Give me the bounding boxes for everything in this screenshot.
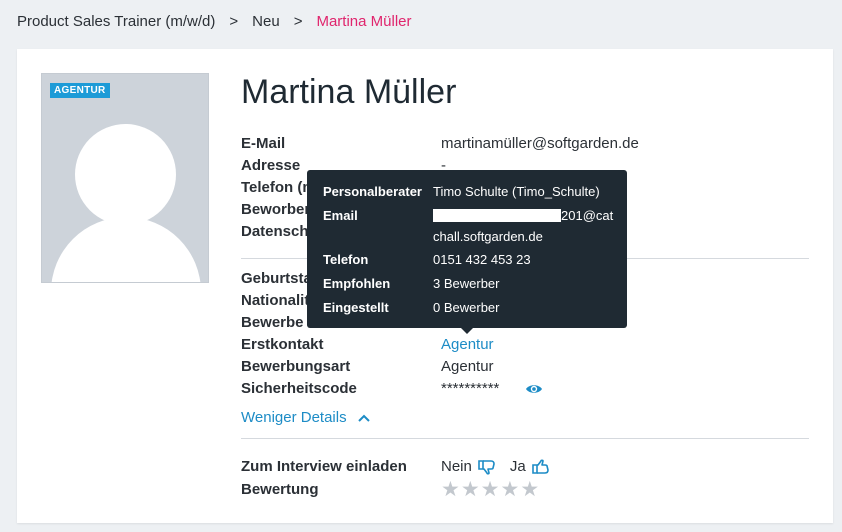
applied-label: Beworben [241,201,314,218]
first-contact-row: Erstkontakt Agentur [241,334,809,356]
nationality-label: Nationalit [241,292,310,309]
star-icon[interactable]: ★ [520,479,539,501]
interview-vote: Nein Ja [441,456,564,478]
rating-label: Bewertung [241,481,319,498]
avatar: AGENTUR [41,73,209,283]
candidate-name: Martina Müller [241,73,457,111]
security-code-label: Sicherheitscode [241,380,357,397]
tooltip-advisor-label: Personalberater [323,184,422,199]
application-type-value: Agentur [441,358,494,375]
email-value[interactable]: martinamüller@softgarden.de [441,133,639,155]
agency-tooltip: Personalberater Timo Schulte (Timo_Schul… [307,170,627,334]
tooltip-advisor-value: Timo Schulte (Timo_Schulte) [433,184,600,199]
birthdate-label: Geburtsta [241,270,312,287]
breadcrumb-stage[interactable]: Neu [252,13,280,30]
tooltip-arrow [461,328,473,334]
application-type-label: Bewerbungsart [241,358,351,375]
vote-no-label: Nein [441,458,472,475]
application-type-row: Bewerbungsart Agentur [241,356,809,378]
avatar-body-shape [51,217,201,282]
rating-row: Bewertung ★ ★ ★ ★ ★ [241,479,809,501]
breadcrumb: Product Sales Trainer (m/w/d) > Neu > Ma… [17,13,412,30]
thumbs-up-icon[interactable] [531,459,550,475]
tooltip-recommended-value: 3 Bewerber [433,276,500,291]
applicant-label: Bewerbe [241,314,304,331]
tooltip-email-suffix: 201@cat [561,208,614,223]
star-icon[interactable]: ★ [500,479,519,501]
tooltip-hired-label: Eingestellt [323,300,389,315]
interview-row: Zum Interview einladen Nein Ja [241,456,809,478]
vote-yes-label: Ja [509,458,526,475]
thumbs-down-icon[interactable] [478,459,496,475]
star-rating: ★ ★ ★ ★ ★ [441,479,540,501]
tooltip-email-label: Email [323,208,358,223]
interview-label: Zum Interview einladen [241,458,407,475]
first-contact-link[interactable]: Agentur [441,334,494,356]
breadcrumb-separator: > [293,13,303,30]
tooltip-phone-label: Telefon [323,252,369,267]
security-code-row: Sicherheitscode ********** [241,378,809,400]
address-label: Adresse [241,157,301,174]
tooltip-recommended-label: Empfohlen [323,276,391,291]
breadcrumb-separator: > [229,13,239,30]
email-row: E-Mail martinamüller@softgarden.de [241,133,809,155]
divider [241,438,809,439]
less-details-label: Weniger Details [241,409,347,426]
chevron-up-icon [357,414,370,422]
star-icon[interactable]: ★ [461,479,480,501]
email-label: E-Mail [241,135,286,152]
agency-badge: AGENTUR [50,83,110,98]
star-icon[interactable]: ★ [441,479,460,501]
breadcrumb-job[interactable]: Product Sales Trainer (m/w/d) [17,13,215,30]
tooltip-hired-value: 0 Bewerber [433,300,500,315]
tooltip-email-value: 201@cat [433,208,613,223]
redaction-bar [433,209,561,222]
tooltip-phone-value: 0151 432 453 23 [433,252,531,267]
tooltip-email-value-line2: chall.softgarden.de [433,229,543,244]
first-contact-label: Erstkontakt [241,336,324,353]
star-icon[interactable]: ★ [481,479,500,501]
less-details-toggle[interactable]: Weniger Details [241,409,371,426]
phone-label: Telefon (m [241,179,316,196]
breadcrumb-current: Martina Müller [316,13,412,30]
security-code-value: ********** [441,380,500,397]
avatar-head-shape [75,124,176,225]
eye-icon[interactable] [525,381,543,403]
